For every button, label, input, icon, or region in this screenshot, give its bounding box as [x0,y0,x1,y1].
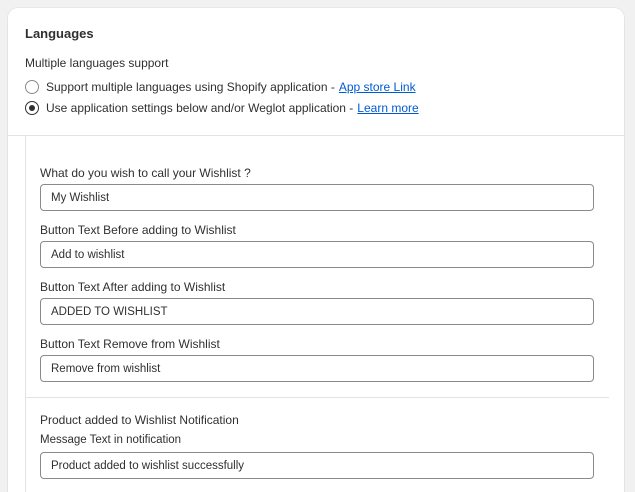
button-text-before-input[interactable]: Add to wishlist [40,241,594,268]
radio-app-settings-label: Use application settings below and/or We… [46,101,354,115]
app-store-link[interactable]: App store Link [339,80,416,94]
learn-more-link[interactable]: Learn more [357,101,418,115]
radio-app-settings[interactable]: Use application settings below and/or We… [25,101,419,115]
button-text-after-label: Button Text After adding to Wishlist [40,280,226,294]
button-text-after-input[interactable]: ADDED TO WISHLIST [40,298,594,325]
divider [8,135,624,136]
button-text-before-label: Button Text Before adding to Wishlist [40,223,236,237]
radio-shopify-languages-circle[interactable] [25,80,39,94]
notification-divider [25,397,609,398]
radio-shopify-languages-label: Support multiple languages using Shopify… [46,80,335,94]
languages-card: Languages Multiple languages support Sup… [8,8,624,492]
notification-message-label: Message Text in notification [40,434,182,446]
notification-title: Product added to Wishlist Notification [40,413,239,427]
radio-app-settings-circle[interactable] [25,101,39,115]
section-title: Languages [25,26,94,41]
button-text-remove-input[interactable]: Remove from wishlist [40,355,594,382]
wishlist-name-label: What do you wish to call your Wishlist ? [40,166,251,180]
wishlist-name-input[interactable]: My Wishlist [40,184,594,211]
languages-subtitle: Multiple languages support [25,56,169,70]
button-text-remove-label: Button Text Remove from Wishlist [40,337,220,351]
notification-message-input[interactable]: Product added to wishlist successfully [40,452,594,479]
nested-section-border [25,136,26,492]
radio-shopify-languages[interactable]: Support multiple languages using Shopify… [25,80,416,94]
